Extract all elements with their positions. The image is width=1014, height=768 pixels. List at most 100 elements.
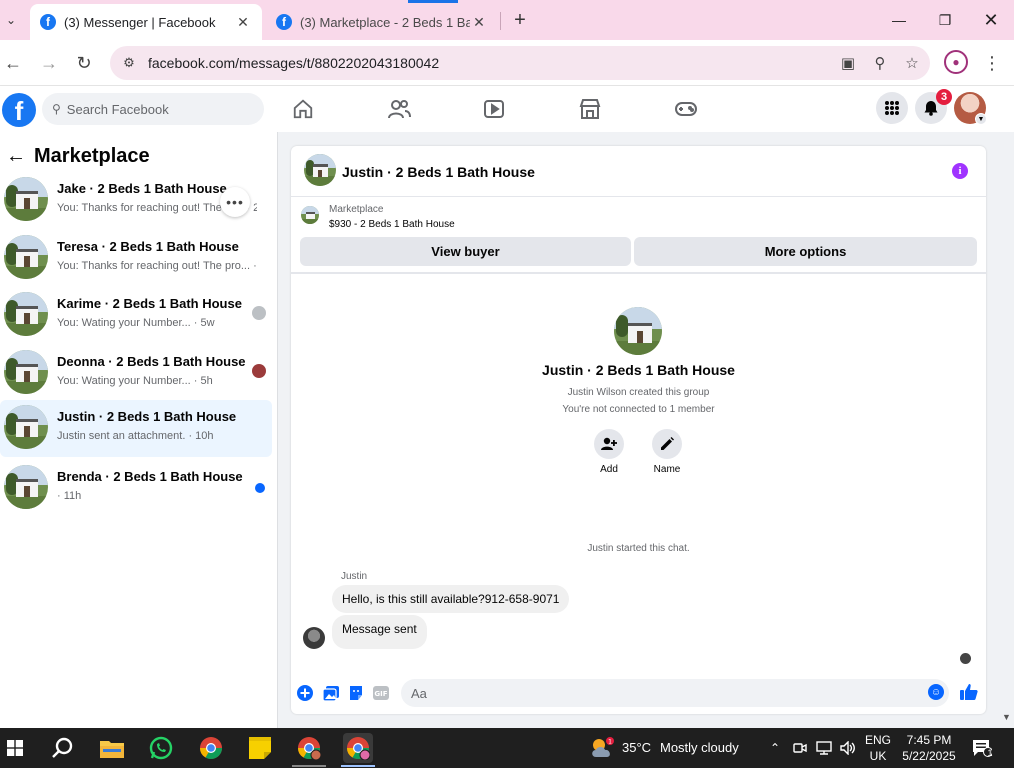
conversation-name: Jake · 2 Beds 1 Bath House [57,181,227,196]
conversation-name: Karime · 2 Beds 1 Bath House [57,296,242,311]
reload-icon[interactable]: ↻ [71,50,97,76]
chrome-active-icon[interactable] [343,733,373,763]
browser-menu-icon[interactable]: ⋮ [982,50,1002,76]
minimize-icon[interactable]: — [876,0,922,40]
windows-start-icon[interactable] [0,733,30,763]
facebook-logo-icon[interactable]: f [2,93,36,127]
tab-strip-indicator [408,0,458,3]
address-bar[interactable]: ⚙ facebook.com/messages/t/88022020431800… [110,46,930,80]
conversation-brenda[interactable]: Brenda · 2 Beds 1 Bath House · 11h [0,460,272,517]
seen-avatar [252,364,266,378]
bookmark-star-icon[interactable]: ☆ [898,49,926,77]
file-explorer-icon[interactable] [97,733,127,763]
message-bubble[interactable]: Hello, is this still available?912-658-9… [332,585,570,613]
home-icon[interactable] [283,94,323,124]
message-bubble[interactable]: Message sent [332,615,427,649]
conversation-karime[interactable]: Karime · 2 Beds 1 Bath House You: Wating… [0,287,272,344]
tab-search-dropdown-icon[interactable]: ⌄ [0,6,22,34]
tab-messenger[interactable]: f (3) Messenger | Facebook ✕ [30,4,262,40]
weather-text[interactable]: Mostly cloudy [660,740,739,755]
site-settings-icon[interactable]: ⚙ [118,52,140,74]
language-region[interactable]: UK [862,749,894,763]
search-icon[interactable] [47,733,77,763]
watch-icon[interactable] [474,94,514,124]
menu-grid-icon[interactable] [876,92,908,124]
message-input-wrapper[interactable] [401,679,949,707]
chrome-profile-icon[interactable] [294,733,324,763]
facebook-search[interactable]: ⚲ [42,93,264,125]
new-tab-icon[interactable]: + [508,8,532,32]
zoom-icon[interactable]: ⚲ [866,49,894,77]
svg-text:GIF: GIF [374,690,387,698]
profile-icon[interactable]: ● [944,50,968,74]
thumbs-up-icon[interactable] [959,682,979,702]
name-group-button[interactable]: Name [647,429,687,475]
weather-temp[interactable]: 35°C [622,740,651,755]
photo-icon[interactable] [322,684,340,702]
back-arrow-icon[interactable]: ← [6,145,26,168]
gif-icon[interactable]: GIF [372,684,390,702]
scroll-down-icon[interactable]: ▼ [1002,712,1011,722]
notification-count: 1 [987,748,993,758]
close-window-icon[interactable]: ✕ [968,0,1014,40]
gaming-icon[interactable] [666,94,706,124]
maximize-icon[interactable]: ❐ [922,0,968,40]
volume-icon[interactable] [837,733,859,763]
tab-marketplace[interactable]: f (3) Marketplace - 2 Beds 1 Bath House … [266,4,498,40]
chevron-up-icon[interactable]: ⌃ [763,733,787,763]
url-text[interactable]: facebook.com/messages/t/8802202043180042 [148,55,834,71]
tab-close-icon[interactable]: ✕ [470,13,488,31]
sender-name: Justin [341,571,368,582]
conversation-deonna[interactable]: Deonna · 2 Beds 1 Bath House You: Wating… [0,345,272,402]
windows-taskbar: 1 35°C Mostly cloudy ⌃ ENG UK 7:45 PM 5/… [0,728,1014,768]
app-active-indicator [341,765,375,767]
more-options-button[interactable]: More options [634,237,977,266]
sidebar-title: Marketplace [34,144,150,167]
sender-avatar [303,627,325,649]
sticker-icon[interactable] [347,684,365,702]
weather-icon[interactable]: 1 [588,733,618,763]
conversation-name: Deonna · 2 Beds 1 Bath House [57,354,246,369]
friends-icon[interactable] [379,94,419,124]
network-icon[interactable] [813,733,835,763]
more-options-icon[interactable]: ••• [220,187,250,217]
conversation-preview: You: Wating your Number... · 5h [57,375,213,387]
info-icon[interactable]: i [952,163,968,179]
sticky-notes-icon[interactable] [245,733,275,763]
whatsapp-icon[interactable] [146,733,176,763]
house-thumbnail [4,350,48,394]
chat-title[interactable]: Justin · 2 Beds 1 Bath House [342,164,535,180]
conversation-preview: · 11h [57,490,82,502]
add-member-button[interactable]: Add [589,429,629,475]
chat-panel: Justin · 2 Beds 1 Bath House i Marketpla… [291,146,986,714]
marketplace-icon[interactable] [570,94,610,124]
clock-date[interactable]: 5/22/2025 [898,749,960,763]
add-label: Add [600,464,618,475]
plus-circle-icon[interactable] [296,684,314,702]
listing-price[interactable]: $930 - 2 Beds 1 Bath House [329,219,455,230]
chat-avatar[interactable] [304,154,336,186]
header-divider [291,272,986,274]
conversation-preview: You: Thanks for reaching out! The pro...… [57,260,257,272]
chat-header: Justin · 2 Beds 1 Bath House i [291,146,986,197]
message-input[interactable] [411,685,911,701]
conversation-teresa[interactable]: Teresa · 2 Beds 1 Bath House You: Thanks… [0,230,272,287]
search-input[interactable] [66,101,247,117]
conversation-justin[interactable]: Justin · 2 Beds 1 Bath House Justin sent… [0,400,272,457]
house-thumbnail [4,292,48,336]
sidebar-header: ← Marketplace [6,144,150,168]
chrome-icon[interactable] [196,733,226,763]
read-receipt-avatar [960,653,971,664]
chevron-down-icon[interactable]: ▼ [975,113,987,125]
tab-close-icon[interactable]: ✕ [234,13,252,31]
forward-icon[interactable]: → [36,50,62,76]
add-person-icon [594,429,624,459]
language-code[interactable]: ENG [862,733,894,747]
view-buyer-button[interactable]: View buyer [300,237,631,266]
emoji-icon[interactable]: ☺ [928,684,944,700]
back-icon[interactable]: ← [0,50,26,76]
clock-time[interactable]: 7:45 PM [898,733,960,747]
install-app-icon[interactable]: ▣ [834,49,862,77]
meet-now-icon[interactable] [789,733,811,763]
pencil-icon [652,429,682,459]
